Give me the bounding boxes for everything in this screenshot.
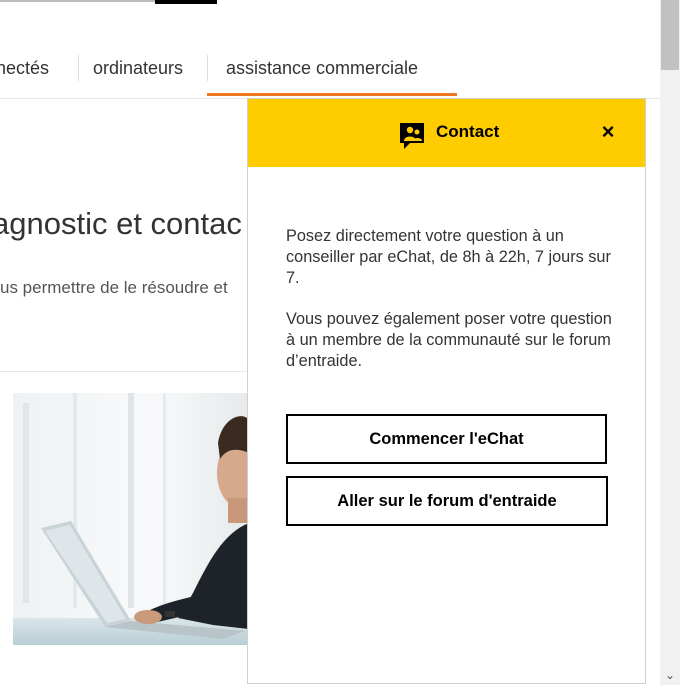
contact-panel-header: Contact × <box>248 99 645 167</box>
scroll-down-arrow-icon[interactable]: ⌄ <box>660 667 680 683</box>
progress-fill <box>155 0 217 4</box>
top-progress-strip <box>0 0 217 4</box>
contact-panel-title: Contact <box>436 122 500 141</box>
page-heading: agnostic et contac <box>0 206 242 241</box>
progress-track <box>0 0 155 2</box>
scrollbar-thumb[interactable] <box>661 0 679 70</box>
go-to-forum-button[interactable]: Aller sur le forum d'entraide <box>286 476 608 526</box>
page-subtitle: us permettre de le résoudre et <box>0 278 228 297</box>
forum-description: Vous pouvez également poser votre questi… <box>286 310 612 370</box>
active-tab-indicator <box>207 93 457 96</box>
tab-separator <box>207 55 208 81</box>
page-scrollbar[interactable]: ⌄ <box>660 0 680 685</box>
hero-image-man-with-laptop <box>13 393 249 645</box>
chat-agent-icon <box>398 121 426 151</box>
start-echat-button[interactable]: Commencer l'eChat <box>286 414 607 464</box>
main-navigation: nectés ordinateurs assistance commercial… <box>0 48 660 99</box>
tab-separator <box>78 55 79 81</box>
tab-computers[interactable]: ordinateurs <box>93 48 183 96</box>
echat-description: Posez directement votre question à un co… <box>286 227 611 287</box>
tab-connected[interactable]: nectés <box>0 48 49 96</box>
close-icon[interactable]: × <box>598 121 618 143</box>
contact-panel-body: Posez directement votre question à un co… <box>286 226 616 372</box>
tab-commercial-assistance[interactable]: assistance commerciale <box>226 48 418 96</box>
section-divider <box>0 371 250 372</box>
contact-panel: Contact × Posez directement votre questi… <box>247 98 646 684</box>
